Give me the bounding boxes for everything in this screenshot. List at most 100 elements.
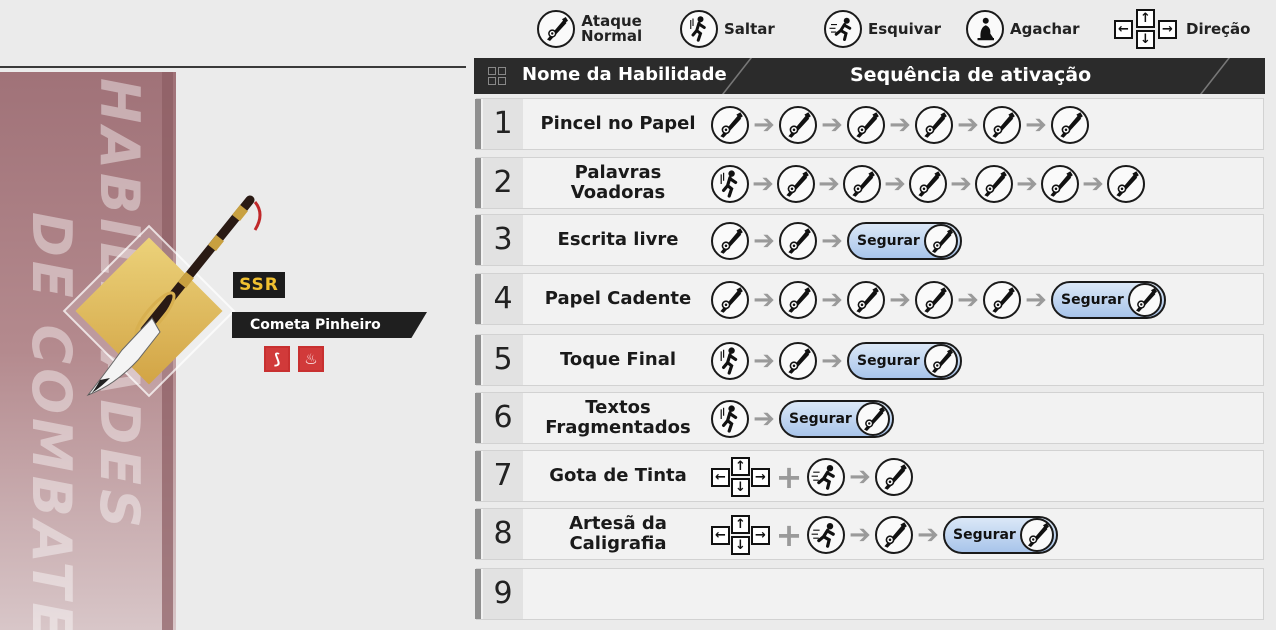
arrow-icon: ➔ [753,404,775,434]
attack-icon [843,165,881,203]
activation-sequence: ➔ ➔ Segurar [711,220,962,262]
attack-icon [915,106,953,144]
table-row: 2 Palavras Voadoras ➔ ➔ ➔ ➔ ➔ ➔ [475,157,1264,209]
skill-number: 4 [483,274,523,324]
hold-label: Segurar [953,527,1016,543]
arrow-icon: ➔ [1016,169,1038,199]
arrow-icon: ➔ [753,285,775,315]
arrow-icon: ➔ [957,110,979,140]
header-separator [1199,58,1231,94]
header-skill-name: Nome da Habilidade [522,64,727,85]
skill-name: Artesã da Caligrafia [569,513,667,554]
plus-icon: + [775,516,803,554]
arrow-icon: ➔ [821,285,843,315]
skill-number: 7 [483,451,523,501]
skill-name: Escrita livre [557,229,679,250]
table-row: 5 Toque Final ➔ ➔ Segurar [475,334,1264,386]
arrow-icon: ➔ [821,110,843,140]
dodge-icon [807,458,845,496]
attack-icon [975,165,1013,203]
arrow-icon: ➔ [957,285,979,315]
hold-attack-badge: Segurar [779,400,894,438]
arrow-icon: ➔ [818,169,840,199]
attack-icon [779,222,817,260]
hold-label: Segurar [857,353,920,369]
arrow-icon: ➔ [821,346,843,376]
arrow-icon: ➔ [917,520,939,550]
attack-icon [1051,106,1089,144]
arrow-icon: ➔ [849,520,871,550]
attack-icon [537,10,575,48]
table-row: 6 Textos Fragmentados ➔ Segurar [475,392,1264,444]
skill-name: Papel Cadente [544,288,692,309]
attack-icon [779,281,817,319]
arrow-icon: ➔ [889,110,911,140]
table-header: Nome da Habilidade Sequência de ativação [474,58,1265,94]
skill-name: Toque Final [559,349,677,370]
arrow-icon: ➔ [752,169,774,199]
skill-number: 6 [483,393,523,443]
attack-icon [847,106,885,144]
attack-icon [1127,283,1162,317]
activation-sequence: ← ↑ ↓ → + ➔ ➔ Segurar [711,514,1058,556]
attack-icon [779,342,817,380]
legend-direction: ← ↑ ↓ → Direção [1114,8,1250,50]
activation-sequence: ← ↑ ↓ → + ➔ [711,456,913,498]
arrow-icon: ➔ [884,169,906,199]
arrow-icon: ➔ [753,110,775,140]
weapon-type-icon: ⟆ [264,346,290,372]
skill-name: Gota de Tinta [549,465,687,486]
arrow-icon: ➔ [1025,110,1047,140]
attack-icon [855,402,890,436]
hold-label: Segurar [789,411,852,427]
hold-attack-badge: Segurar [847,342,962,380]
skill-name [527,569,709,619]
arrow-icon: ➔ [950,169,972,199]
legend-label-dodge: Esquivar [868,19,942,38]
attack-icon [779,106,817,144]
activation-sequence: ➔ ➔ ➔ ➔ ➔ [711,104,1089,146]
direction-icon: ← ↑ ↓ → [711,456,771,498]
grid-icon [488,67,506,85]
skill-number: 2 [483,158,523,208]
legend-jump: Saltar [680,8,775,50]
attack-icon [1107,165,1145,203]
table-row: 4 Papel Cadente ➔ ➔ ➔ ➔ ➔ Segurar [475,273,1264,325]
arrow-icon: ➔ [849,462,871,492]
legend-dodge: Esquivar [824,8,941,50]
attack-icon [909,165,947,203]
attack-icon [983,106,1021,144]
attack-icon [711,106,749,144]
legend-label-attack: Ataque Normal [581,12,643,45]
dodge-icon [824,10,862,48]
activation-sequence: ➔ ➔ ➔ ➔ ➔ ➔ [711,163,1145,205]
skill-name: Textos Fragmentados [545,397,691,438]
direction-icon: ← ↑ ↓ → [1114,8,1180,50]
crouch-icon [966,10,1004,48]
attack-icon [915,281,953,319]
top-divider [0,66,466,68]
skill-name: Palavras Voadoras [570,162,666,203]
attack-icon [1041,165,1079,203]
skill-number: 9 [483,569,523,619]
skill-number: 3 [483,215,523,265]
attack-icon [1019,518,1054,552]
activation-sequence: ➔ ➔ ➔ ➔ ➔ Segurar [711,279,1166,321]
attack-icon [711,281,749,319]
hold-attack-badge: Segurar [1051,281,1166,319]
table-row: 9 [475,568,1264,620]
skill-number: 1 [483,99,523,149]
jump-icon [711,165,749,203]
hold-label: Segurar [857,233,920,249]
attack-icon [777,165,815,203]
arrow-icon: ➔ [889,285,911,315]
arrow-icon: ➔ [753,346,775,376]
table-row: 1 Pincel no Papel ➔ ➔ ➔ ➔ ➔ [475,98,1264,150]
attack-icon [875,458,913,496]
table-row: 7 Gota de Tinta ← ↑ ↓ → + ➔ [475,450,1264,502]
arrow-icon: ➔ [753,226,775,256]
attack-icon [711,222,749,260]
legend-label-jump: Saltar [724,19,775,38]
activation-sequence: ➔ ➔ Segurar [711,340,962,382]
skill-name: Pincel no Papel [540,113,696,134]
